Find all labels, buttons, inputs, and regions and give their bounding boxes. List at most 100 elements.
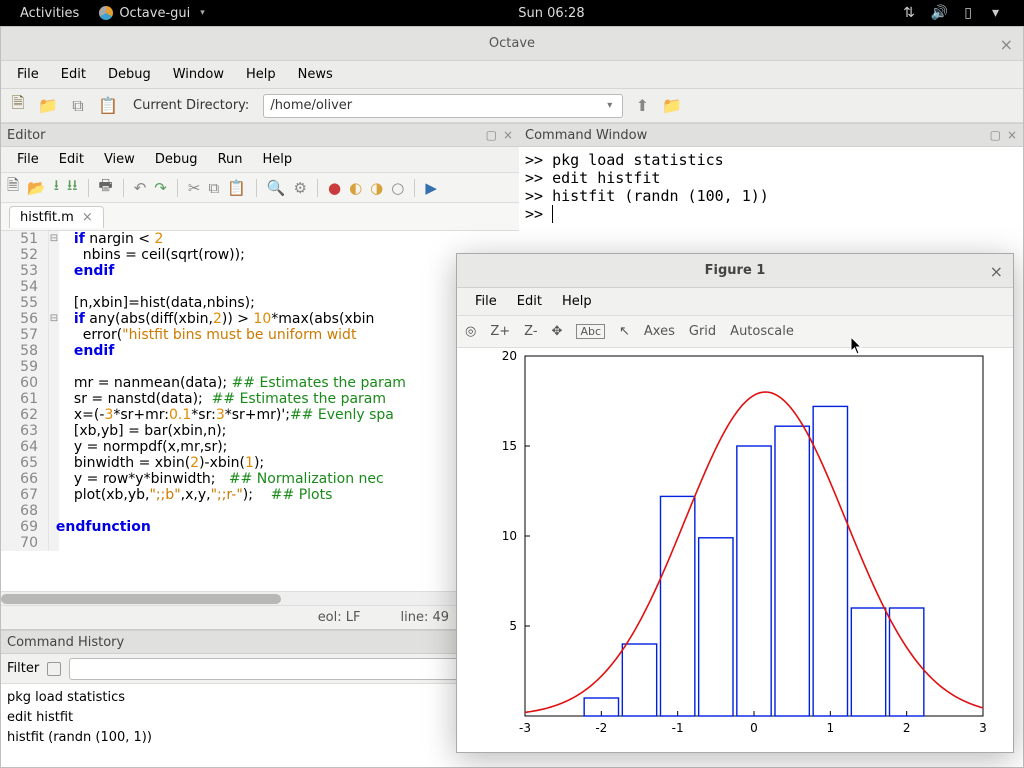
autoscale-button[interactable]: Autoscale <box>730 324 794 339</box>
grid-button[interactable]: Grid <box>689 324 716 339</box>
clock[interactable]: Sun 06:28 <box>508 6 594 21</box>
activities-button[interactable]: Activities <box>10 6 89 21</box>
code-line[interactable]: 53 endif <box>1 263 519 279</box>
code-line[interactable]: 69 endfunction <box>1 519 519 535</box>
editor-tab-histfit[interactable]: histfit.m × <box>9 206 104 228</box>
browse-folder-icon[interactable]: 📁 <box>661 95 683 117</box>
code-line[interactable]: 68 <box>1 503 519 519</box>
print-icon[interactable]: 🖶 <box>99 175 113 200</box>
figure-titlebar[interactable]: Figure 1 × <box>457 254 1013 288</box>
code-line[interactable]: 60 mr = nanmean(data); ## Estimates the … <box>1 375 519 391</box>
open-folder-icon[interactable]: 📁 <box>37 95 59 117</box>
editor-menu-run[interactable]: Run <box>208 149 253 170</box>
code-line[interactable]: 62 x=(-3*sr+mr:0.1*sr:3*sr+mr)';## Evenl… <box>1 407 519 423</box>
window-titlebar[interactable]: Octave × <box>1 27 1023 61</box>
editor-menu-debug[interactable]: Debug <box>145 149 208 170</box>
figure-menu-edit[interactable]: Edit <box>507 291 552 312</box>
code-line[interactable]: 64 y = normpdf(x,mr,sr); <box>1 439 519 455</box>
zoom-out-button[interactable]: Z- <box>524 324 537 339</box>
save-all-icon[interactable]: ⭳⭳ <box>67 175 78 200</box>
app-indicator[interactable]: Octave-gui▾ <box>89 6 214 21</box>
command-window-header[interactable]: Command Window ▢× <box>519 123 1023 147</box>
editor-panel-header[interactable]: Editor ▢× <box>1 123 519 147</box>
command-history-list[interactable]: pkg load statisticsedit histfithistfit (… <box>1 684 519 767</box>
code-line[interactable]: 55 [n,xbin]=hist(data,nbins); <box>1 295 519 311</box>
undo-icon[interactable]: ↶ <box>134 179 147 197</box>
volume-icon[interactable]: 🔊 <box>926 5 953 21</box>
scrollbar-thumb[interactable] <box>1 594 281 604</box>
new-script-icon[interactable]: 🗎 <box>7 95 29 117</box>
tab-close-icon[interactable]: × <box>82 210 93 225</box>
undock-icon[interactable]: ▢ <box>990 128 1001 142</box>
paste-icon[interactable]: 📋 <box>97 95 119 117</box>
figure-menu-help[interactable]: Help <box>552 291 602 312</box>
plot-area[interactable]: 5101520-3-2-10123 <box>457 348 1013 752</box>
menu-help[interactable]: Help <box>236 63 286 86</box>
figure-window[interactable]: Figure 1 × File Edit Help ◎ Z+ Z- ✥ Abc … <box>456 253 1014 753</box>
editor-menu-edit[interactable]: Edit <box>49 149 94 170</box>
pointer-icon[interactable]: ↖ <box>619 324 630 339</box>
cut-icon[interactable]: ✂ <box>188 179 201 197</box>
window-close-button[interactable]: × <box>1000 35 1013 54</box>
code-line[interactable]: 66 y = row*y*binwidth; ## Normalization … <box>1 471 519 487</box>
code-line[interactable]: 59 <box>1 359 519 375</box>
code-line[interactable]: 63 [xb,yb] = bar(xbin,n); <box>1 423 519 439</box>
find-icon[interactable]: 🔍 <box>267 179 286 197</box>
code-line[interactable]: 57 error("histfit bins must be uniform w… <box>1 327 519 343</box>
close-panel-icon[interactable]: × <box>1007 128 1017 142</box>
copy-icon[interactable]: ⧉ <box>67 95 89 117</box>
code-line[interactable]: 52 nbins = ceil(sqrt(row)); <box>1 247 519 263</box>
history-item[interactable]: histfit (randn (100, 1)) <box>7 728 513 748</box>
code-line[interactable]: 54 <box>1 279 519 295</box>
text-icon[interactable]: Abc <box>576 324 605 339</box>
settings-icon[interactable]: ⚙ <box>294 179 307 197</box>
menu-edit[interactable]: Edit <box>51 63 96 86</box>
code-line[interactable]: 58 endif <box>1 343 519 359</box>
menu-file[interactable]: File <box>7 63 49 86</box>
breakpoint-set-icon[interactable]: ● <box>328 179 341 197</box>
figure-menu-file[interactable]: File <box>465 291 507 312</box>
filter-checkbox[interactable] <box>47 662 61 676</box>
paste-icon[interactable]: 📋 <box>227 179 246 197</box>
redo-icon[interactable]: ↷ <box>154 179 167 197</box>
code-line[interactable]: 67 plot(xb,yb,";;b",x,y,";;r-"); ## Plot… <box>1 487 519 503</box>
history-item[interactable]: edit histfit <box>7 708 513 728</box>
breakpoint-next-icon[interactable]: ◑ <box>370 179 383 197</box>
save-icon[interactable]: ⭳ <box>54 175 59 200</box>
zoom-in-button[interactable]: Z+ <box>490 324 510 339</box>
code-line[interactable]: 61 sr = nanstd(data); ## Estimates the p… <box>1 391 519 407</box>
history-item[interactable]: pkg load statistics <box>7 688 513 708</box>
network-icon[interactable]: ⇅ <box>898 5 920 21</box>
code-line[interactable]: 70 <box>1 535 519 551</box>
current-directory-input[interactable]: /home/oliver ▾ <box>263 94 623 118</box>
pan-icon[interactable]: ✥ <box>552 324 563 339</box>
dropdown-icon[interactable]: ▾ <box>603 100 616 111</box>
code-area[interactable]: 51⊟ if nargin < 252 nbins = ceil(sqrt(ro… <box>1 231 519 591</box>
code-line[interactable]: 51⊟ if nargin < 2 <box>1 231 519 247</box>
close-panel-icon[interactable]: × <box>503 128 513 142</box>
command-history-header[interactable]: Command History ▢× <box>1 630 519 654</box>
code-line[interactable]: 65 binwidth = xbin(2)-xbin(1); <box>1 455 519 471</box>
menu-debug[interactable]: Debug <box>98 63 161 86</box>
copy-icon[interactable]: ⧉ <box>208 179 219 197</box>
menu-news[interactable]: News <box>288 63 343 86</box>
editor-menu-view[interactable]: View <box>94 149 145 170</box>
up-directory-icon[interactable]: ⬆ <box>631 95 653 117</box>
code-line[interactable]: 56⊟ if any(abs(diff(xbin,2)) > 10*max(ab… <box>1 311 519 327</box>
editor-menu-file[interactable]: File <box>7 149 49 170</box>
battery-icon[interactable]: ▯ <box>959 5 977 21</box>
breakpoint-prev-icon[interactable]: ◐ <box>349 179 362 197</box>
axes-button[interactable]: Axes <box>644 324 675 339</box>
undock-icon[interactable]: ▢ <box>486 128 497 142</box>
figure-close-button[interactable]: × <box>990 262 1003 281</box>
system-tray[interactable]: ⇅ 🔊 ▯ ▾ <box>888 5 1014 21</box>
editor-horizontal-scrollbar[interactable] <box>1 591 519 605</box>
breakpoint-clear-icon[interactable]: ○ <box>391 179 404 197</box>
menu-window[interactable]: Window <box>163 63 234 86</box>
filter-input[interactable] <box>69 658 513 680</box>
open-file-icon[interactable]: 📂 <box>27 179 46 197</box>
new-file-icon[interactable]: 🗎 <box>7 175 19 200</box>
run-icon[interactable]: ▶ <box>425 179 437 197</box>
rotate-icon[interactable]: ◎ <box>465 324 476 339</box>
editor-menu-help[interactable]: Help <box>253 149 303 170</box>
